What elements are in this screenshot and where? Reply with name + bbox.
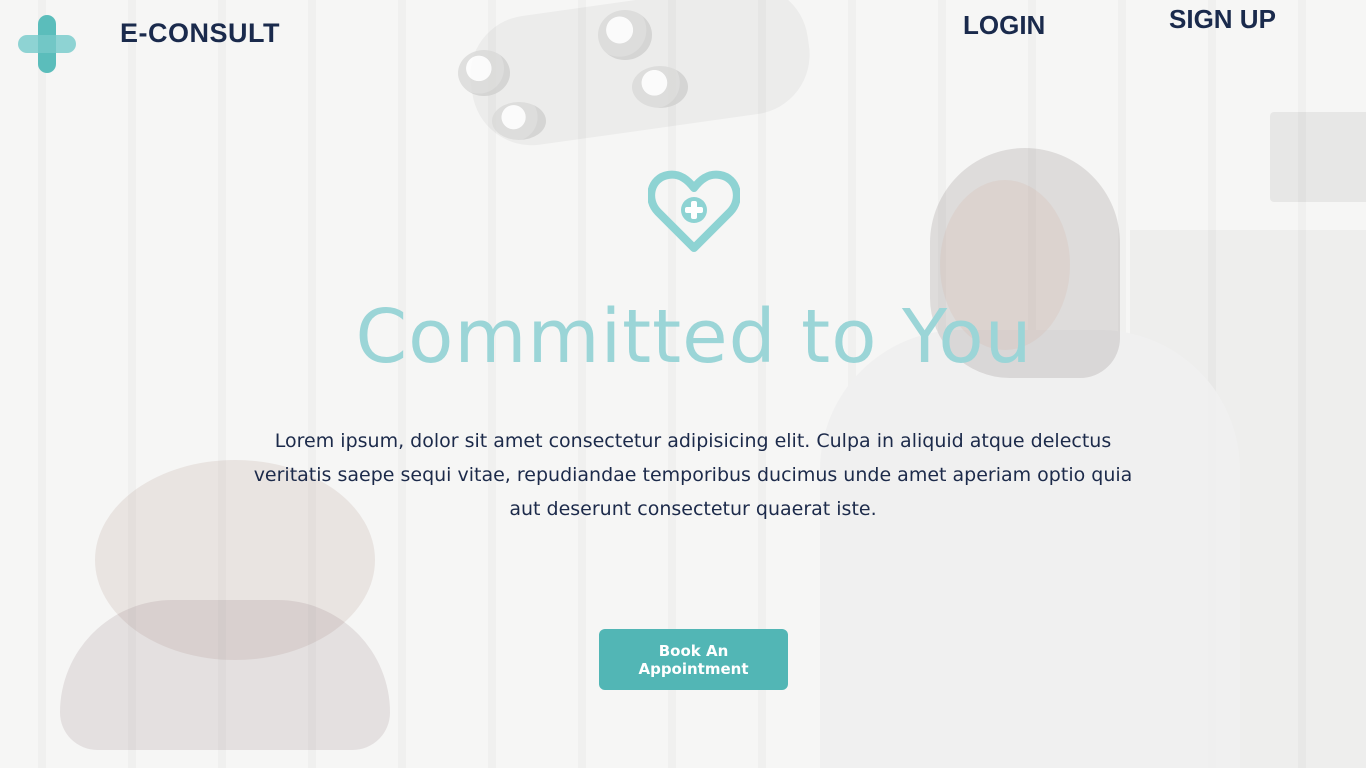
dental-lamp-bulb [492, 102, 546, 140]
hero-title: Committed to You [355, 294, 1033, 380]
doctor-figure [820, 330, 1240, 768]
dental-lamp-bulb [598, 10, 652, 60]
dental-lamp-bulb [632, 66, 688, 108]
dental-lamp-bulb [458, 50, 510, 96]
brand-name[interactable]: E-CONSULT [120, 18, 280, 49]
logo-cross-icon[interactable] [18, 15, 76, 73]
login-link[interactable]: LOGIN [963, 10, 1045, 41]
book-appointment-button[interactable]: Book An Appointment [599, 629, 788, 690]
signup-link[interactable]: SIGN UP [1169, 4, 1276, 35]
monitor [1270, 112, 1366, 202]
dental-chair [60, 600, 390, 750]
hero-description: Lorem ipsum, dolor sit amet consectetur … [253, 430, 1133, 520]
heart-plus-icon [648, 170, 740, 252]
